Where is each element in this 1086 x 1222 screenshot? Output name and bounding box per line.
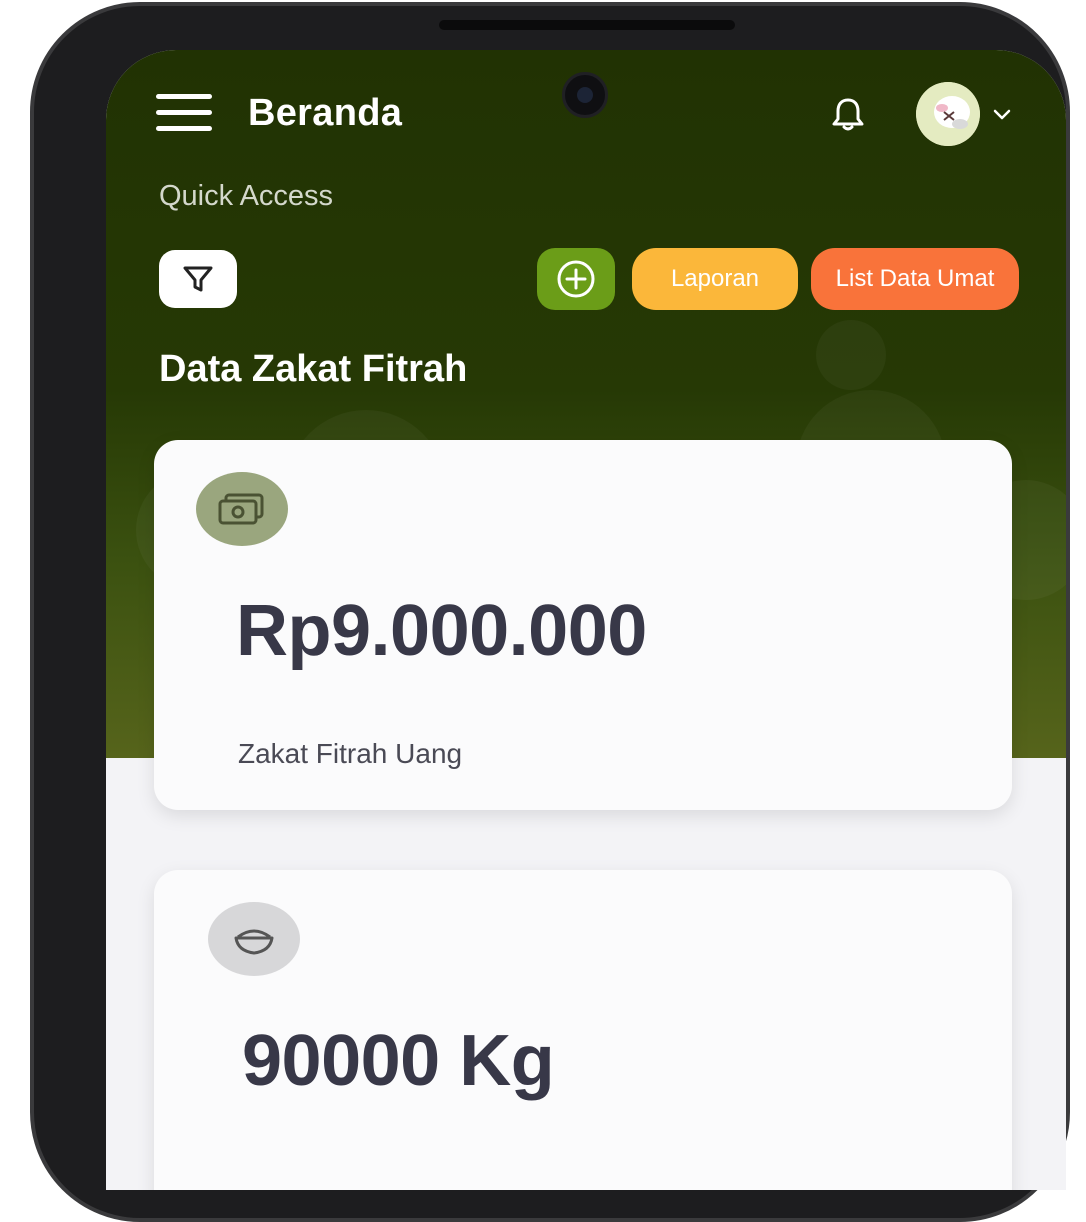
zakat-beras-card[interactable]: 90000 Kg [154, 870, 1012, 1190]
bell-icon[interactable] [828, 94, 868, 134]
zakat-uang-card[interactable]: Rp9.000.000 Zakat Fitrah Uang [154, 440, 1012, 810]
plus-circle-icon [557, 260, 595, 298]
zakat-uang-label: Zakat Fitrah Uang [238, 738, 463, 769]
phone-frame: Beranda Quick Access Laporan List Data U… [30, 2, 1070, 1222]
user-avatar[interactable] [916, 82, 980, 146]
laporan-button[interactable]: Laporan [632, 248, 798, 310]
money-icon [196, 472, 288, 546]
chevron-down-icon[interactable] [990, 104, 1014, 124]
app-screen: Beranda Quick Access Laporan List Data U… [106, 50, 1066, 1190]
filter-icon [183, 266, 213, 292]
section-title: Data Zakat Fitrah [159, 348, 468, 390]
filter-button[interactable] [159, 250, 237, 308]
list-data-umat-button[interactable]: List Data Umat [811, 248, 1019, 310]
zakat-beras-value: 90000 Kg [242, 1021, 555, 1101]
rice-bowl-icon [208, 902, 300, 976]
hamburger-menu-icon[interactable] [156, 94, 212, 134]
front-camera [562, 72, 608, 118]
add-button[interactable] [537, 248, 615, 310]
zakat-uang-value: Rp9.000.000 [236, 591, 647, 671]
crescent-moon-decoration [816, 320, 886, 390]
page-title: Beranda [248, 92, 403, 134]
quick-access-label: Quick Access [159, 180, 334, 212]
phone-speaker [439, 20, 735, 30]
